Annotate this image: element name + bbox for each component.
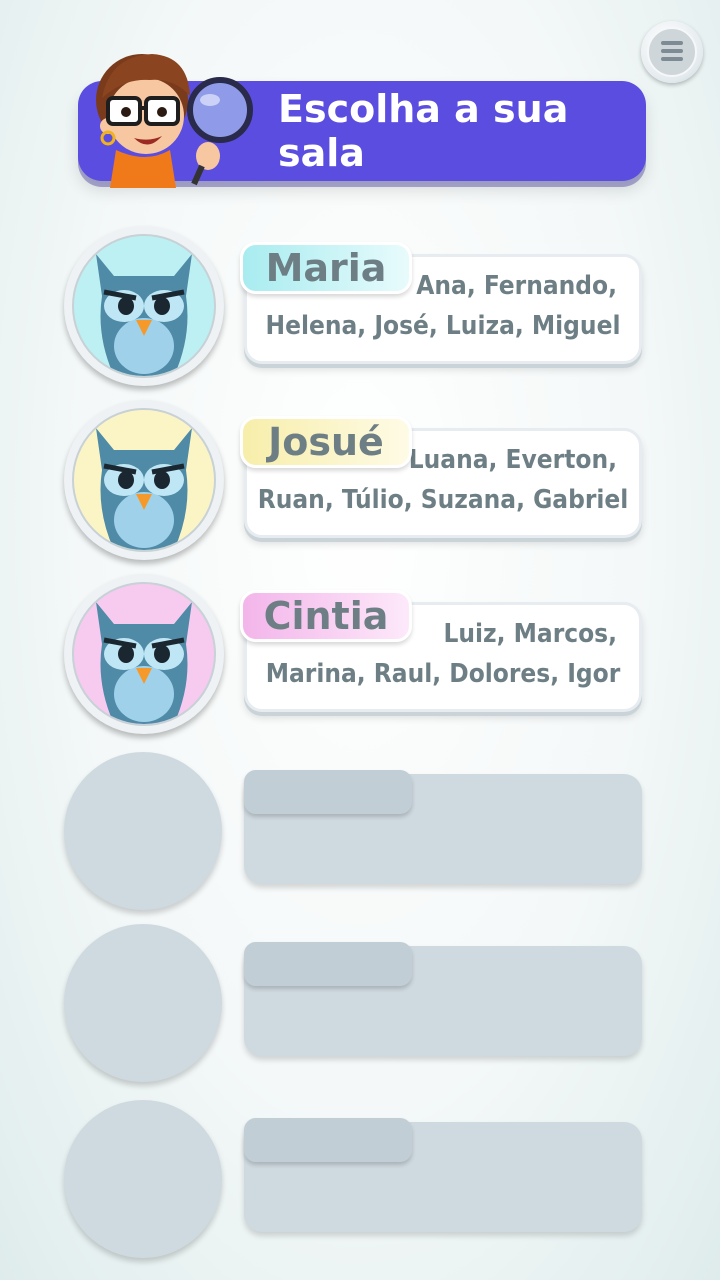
student-names-line2: Helena, José, Luiza, Miguel: [265, 311, 621, 341]
empty-avatar: [64, 1100, 222, 1258]
student-names-line2: Ruan, Túlio, Suzana, Gabriel: [257, 485, 629, 515]
teacher-name-tab: Maria: [240, 242, 412, 294]
avatar[interactable]: [64, 574, 224, 734]
owl-icon: [96, 428, 192, 550]
owl-icon: [96, 602, 192, 724]
teacher-name-tab: Josué: [240, 416, 412, 468]
empty-tab: [244, 1118, 412, 1162]
empty-avatar: [64, 924, 222, 1082]
empty-tab: [244, 942, 412, 986]
student-names-line2: Marina, Raul, Dolores, Igor: [265, 659, 621, 689]
teacher-name-tab: Cintia: [240, 590, 412, 642]
class-row-cintia[interactable]: Luiz, Marcos, Marina, Raul, Dolores, Igo…: [64, 574, 644, 734]
avatar[interactable]: [64, 400, 224, 560]
empty-class-slot: [64, 1100, 644, 1260]
page-title: Escolha a sua sala: [278, 87, 569, 175]
empty-class-slot: [64, 924, 644, 1084]
empty-tab: [244, 770, 412, 814]
class-row-maria[interactable]: Ana, Fernando, Helena, José, Luiza, Migu…: [64, 226, 644, 386]
avatar[interactable]: [64, 226, 224, 386]
hamburger-menu-icon: [647, 27, 697, 77]
girl-with-magnifier-icon: [96, 54, 253, 188]
class-row-josue[interactable]: Luana, Everton, Ruan, Túlio, Suzana, Gab…: [64, 400, 644, 560]
empty-class-slot: [64, 752, 644, 912]
owl-icon: [96, 254, 192, 376]
menu-button[interactable]: [641, 21, 703, 83]
empty-avatar: [64, 752, 222, 910]
